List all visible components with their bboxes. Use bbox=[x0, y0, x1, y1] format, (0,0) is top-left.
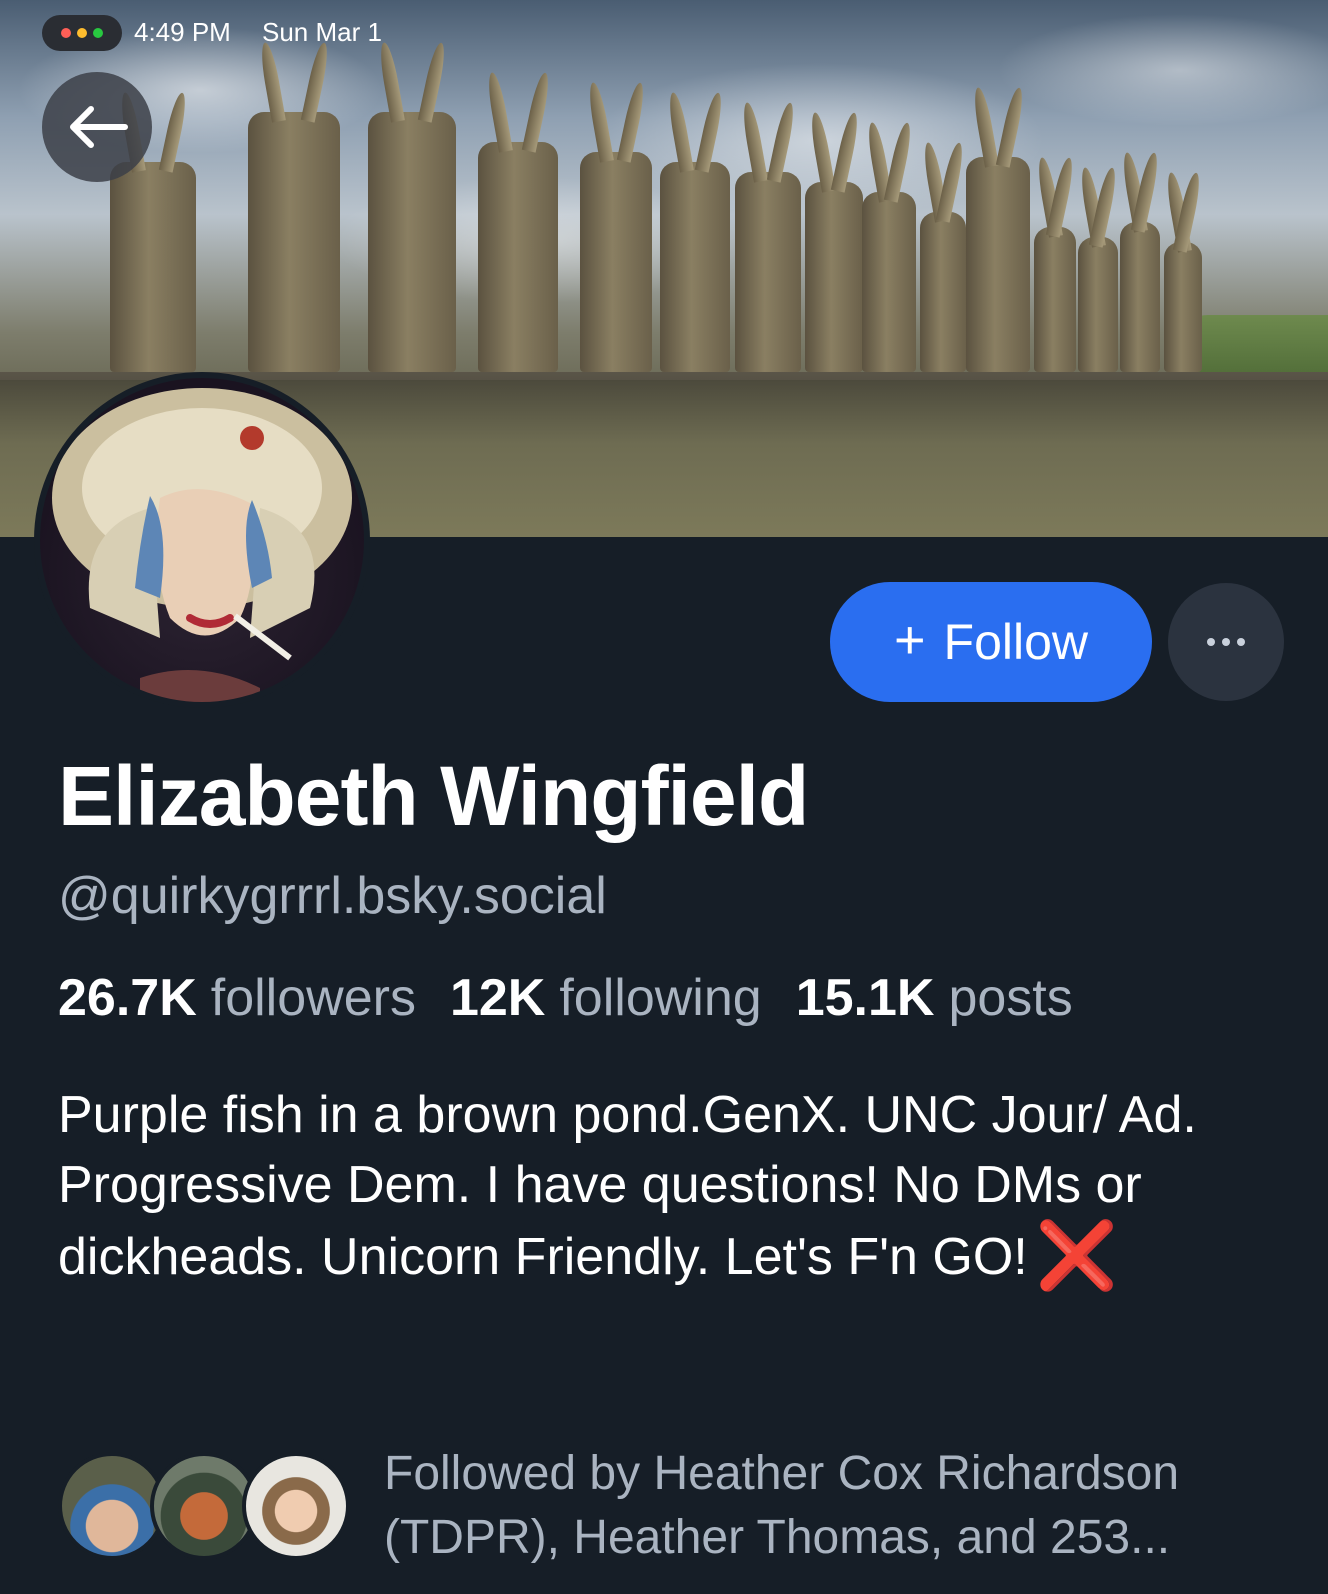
arrow-left-icon bbox=[70, 106, 128, 148]
moai-statue bbox=[660, 162, 730, 372]
moai-statue bbox=[920, 212, 966, 372]
more-options-button[interactable] bbox=[1168, 583, 1284, 701]
ellipsis-dot bbox=[1237, 638, 1245, 646]
ellipsis-icon bbox=[1207, 638, 1215, 646]
avatar-image bbox=[40, 378, 364, 702]
profile-bio: Purple fish in a brown pond.GenX. UNC Jo… bbox=[58, 1080, 1298, 1292]
status-time: 4:49 PM bbox=[134, 17, 231, 47]
posts-label: posts bbox=[948, 969, 1073, 1027]
follow-button-label: Follow bbox=[943, 614, 1089, 670]
maximize-dot-icon bbox=[93, 28, 103, 38]
close-dot-icon bbox=[61, 28, 71, 38]
posts-count: 15.1K bbox=[795, 969, 935, 1027]
moai-statue bbox=[478, 142, 558, 372]
moai-statue bbox=[862, 192, 916, 372]
back-button[interactable] bbox=[42, 72, 152, 182]
following-count: 12K bbox=[449, 969, 546, 1027]
followers-stat[interactable]: 26.7K followers bbox=[58, 969, 450, 1027]
moai-statue bbox=[1120, 222, 1160, 372]
cross-mark-icon: ❌ bbox=[1035, 1218, 1118, 1292]
bio-text: Purple fish in a brown pond.GenX. UNC Jo… bbox=[58, 1086, 1197, 1286]
moai-statue bbox=[966, 157, 1030, 372]
moai-statue bbox=[735, 172, 801, 372]
followers-label: followers bbox=[210, 969, 416, 1027]
display-name: Elizabeth Wingfield bbox=[58, 749, 809, 843]
posts-stat: 15.1K posts bbox=[796, 969, 1107, 1027]
profile-avatar[interactable] bbox=[34, 372, 370, 708]
followers-count: 26.7K bbox=[58, 969, 197, 1027]
follow-button[interactable]: + Follow bbox=[830, 582, 1152, 702]
moai-statue bbox=[805, 182, 863, 372]
following-stat[interactable]: 12K following bbox=[450, 969, 796, 1027]
moai-statue bbox=[580, 152, 652, 372]
moai-statue bbox=[110, 162, 196, 372]
moai-statue bbox=[368, 112, 456, 372]
following-label: following bbox=[559, 969, 762, 1027]
known-followers-avatars[interactable] bbox=[58, 1452, 350, 1560]
follower-avatar bbox=[242, 1452, 350, 1560]
moai-statue bbox=[1078, 237, 1118, 372]
minimize-dot-icon bbox=[77, 28, 87, 38]
moai-statue bbox=[1164, 242, 1202, 372]
moai-statue bbox=[248, 112, 340, 372]
status-date: Sun Mar 1 bbox=[262, 17, 382, 47]
ellipsis-dot bbox=[1222, 638, 1230, 646]
followed-by-text[interactable]: Followed by Heather Cox Richardson (TDPR… bbox=[384, 1442, 1284, 1570]
profile-handle: @quirkygrrrl.bsky.social bbox=[58, 867, 607, 925]
plus-icon: + bbox=[893, 610, 926, 670]
multitasking-indicator[interactable] bbox=[42, 15, 122, 51]
moai-statue bbox=[1034, 227, 1076, 372]
profile-stats: 26.7K followers 12K following 15.1K posts bbox=[58, 968, 1107, 1028]
